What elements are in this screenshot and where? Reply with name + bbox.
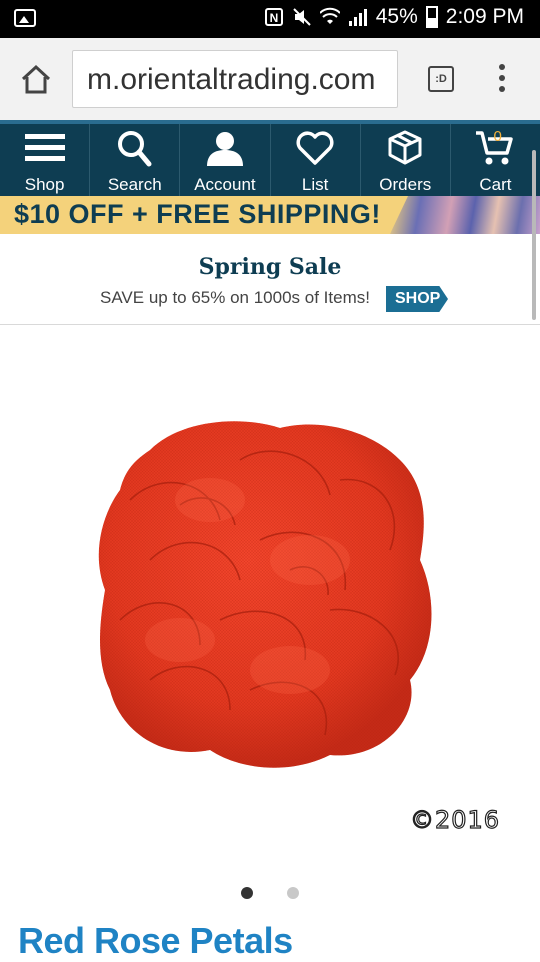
nav-shop-label: Shop	[24, 175, 65, 194]
gallery-icon	[14, 9, 36, 27]
wifi-icon	[319, 7, 340, 24]
nav-account[interactable]: Account	[180, 124, 271, 196]
copyright-watermark: ©2016	[409, 805, 501, 834]
nav-cart[interactable]: 0 Cart	[451, 124, 540, 196]
mute-icon	[293, 8, 311, 26]
battery-percent: 45%	[375, 5, 418, 28]
url-bar[interactable]: m.orientaltrading.com	[72, 50, 398, 108]
site-nav: Shop Search Account List Orders 0 Cart	[0, 124, 540, 196]
product-image[interactable]	[90, 410, 440, 780]
status-bar: N 45% 2:09 PM	[0, 0, 540, 38]
cart-count-badge: 0	[493, 128, 502, 145]
rose-petals	[98, 421, 432, 768]
carousel-dots	[0, 887, 540, 899]
account-icon	[206, 132, 243, 166]
nav-search[interactable]: Search	[90, 124, 181, 196]
heart-icon	[296, 131, 334, 165]
box-icon	[388, 130, 422, 165]
promo-banner[interactable]: $10 OFF + FREE SHIPPING!	[0, 196, 540, 234]
nav-search-label: Search	[107, 175, 162, 194]
scrollbar[interactable]	[532, 150, 536, 320]
shop-button[interactable]: SHOP	[386, 286, 448, 312]
nav-list[interactable]: List	[271, 124, 361, 196]
carousel-dot-1[interactable]	[241, 887, 253, 899]
tabs-button[interactable]: :D	[428, 66, 454, 92]
carousel-dot-2[interactable]	[287, 887, 299, 899]
overflow-menu-icon[interactable]	[496, 64, 508, 98]
promo-photo	[390, 196, 540, 234]
battery-icon	[425, 6, 438, 28]
home-icon[interactable]	[18, 62, 54, 98]
sale-subtitle: SAVE up to 65% on 1000s of Items!	[100, 288, 370, 307]
sale-section: Spring Sale SAVE up to 65% on 1000s of I…	[0, 234, 540, 325]
nav-shop[interactable]: Shop	[0, 124, 91, 196]
product-title: Red Rose Petals	[18, 920, 293, 961]
nav-orders[interactable]: Orders	[361, 124, 451, 196]
menu-icon	[24, 134, 65, 161]
url-text[interactable]: m.orientaltrading.com	[87, 63, 375, 97]
promo-text: $10 OFF + FREE SHIPPING!	[14, 199, 381, 229]
sale-title: Spring Sale	[198, 254, 342, 280]
nav-orders-label: Orders	[379, 175, 432, 194]
clock: 2:09 PM	[445, 5, 524, 28]
status-icons: N 45% 2:09 PM	[264, 5, 524, 29]
search-icon	[117, 131, 152, 167]
browser-toolbar: m.orientaltrading.com :D	[0, 38, 540, 120]
nav-cart-label: Cart	[479, 175, 512, 194]
svg-text:N: N	[269, 11, 278, 25]
nav-list-label: List	[301, 175, 329, 194]
signal-icon	[348, 9, 367, 26]
nfc-icon: N	[264, 8, 283, 26]
nav-account-label: Account	[194, 175, 256, 194]
